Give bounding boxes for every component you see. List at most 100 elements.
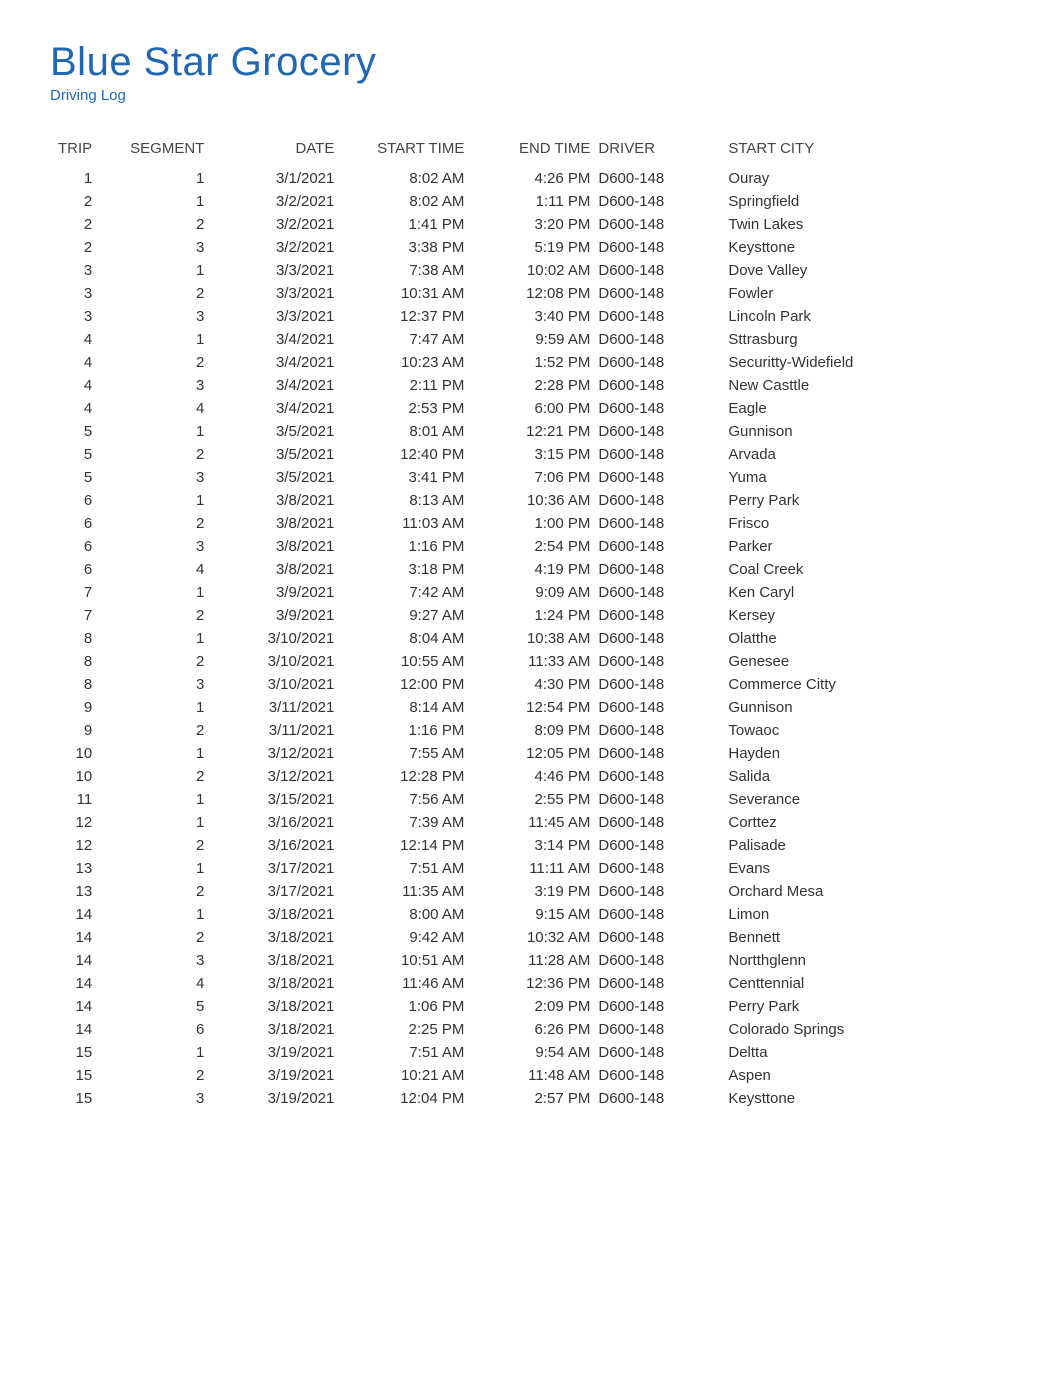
cell-end-time: 4:26 PM [474,167,594,190]
table-row: 523/5/202112:40 PM3:15 PMD600-148Arvada [50,443,1012,466]
cell-start-time: 9:42 AM [344,926,474,949]
cell-end-time: 12:36 PM [474,972,594,995]
cell-start-city: Centtennial [724,972,1012,995]
cell-date: 3/2/2021 [234,236,344,259]
cell-end-time: 5:19 PM [474,236,594,259]
cell-date: 3/5/2021 [234,443,344,466]
cell-date: 3/18/2021 [234,995,344,1018]
cell-trip: 8 [50,673,122,696]
cell-end-time: 11:28 AM [474,949,594,972]
table-row: 323/3/202110:31 AM12:08 PMD600-148Fowler [50,282,1012,305]
cell-trip: 9 [50,719,122,742]
cell-end-time: 2:09 PM [474,995,594,1018]
cell-start-time: 10:31 AM [344,282,474,305]
cell-end-time: 12:21 PM [474,420,594,443]
col-header-driver: DRIVER [594,134,724,167]
cell-segment: 3 [122,535,234,558]
cell-trip: 15 [50,1041,122,1064]
cell-end-time: 4:19 PM [474,558,594,581]
cell-driver: D600-148 [594,1064,724,1087]
col-header-date: DATE [234,134,344,167]
driving-log-table: TRIP SEGMENT DATE START TIME END TIME DR… [50,134,1012,1110]
cell-start-time: 3:38 PM [344,236,474,259]
table-row: 1463/18/20212:25 PM6:26 PMD600-148Colora… [50,1018,1012,1041]
cell-trip: 13 [50,857,122,880]
cell-end-time: 3:20 PM [474,213,594,236]
cell-end-time: 4:30 PM [474,673,594,696]
cell-segment: 3 [122,673,234,696]
cell-start-city: Ken Caryl [724,581,1012,604]
cell-start-time: 10:55 AM [344,650,474,673]
cell-date: 3/2/2021 [234,213,344,236]
cell-start-time: 7:39 AM [344,811,474,834]
cell-date: 3/19/2021 [234,1064,344,1087]
cell-driver: D600-148 [594,673,724,696]
table-row: 513/5/20218:01 AM12:21 PMD600-148Gunniso… [50,420,1012,443]
cell-segment: 1 [122,190,234,213]
cell-start-time: 10:51 AM [344,949,474,972]
cell-segment: 3 [122,374,234,397]
cell-date: 3/2/2021 [234,190,344,213]
cell-trip: 14 [50,1018,122,1041]
col-header-segment: SEGMENT [122,134,234,167]
table-row: 533/5/20213:41 PM7:06 PMD600-148Yuma [50,466,1012,489]
cell-start-time: 7:56 AM [344,788,474,811]
cell-start-city: Severance [724,788,1012,811]
cell-start-city: Fowler [724,282,1012,305]
cell-end-time: 11:33 AM [474,650,594,673]
cell-start-city: Deltta [724,1041,1012,1064]
cell-segment: 2 [122,719,234,742]
table-row: 1323/17/202111:35 AM3:19 PMD600-148Orcha… [50,880,1012,903]
cell-end-time: 6:26 PM [474,1018,594,1041]
cell-start-city: Perry Park [724,995,1012,1018]
cell-driver: D600-148 [594,926,724,949]
cell-segment: 3 [122,305,234,328]
cell-start-city: Yuma [724,466,1012,489]
cell-driver: D600-148 [594,420,724,443]
cell-segment: 2 [122,1064,234,1087]
cell-end-time: 12:05 PM [474,742,594,765]
cell-driver: D600-148 [594,558,724,581]
cell-trip: 14 [50,903,122,926]
cell-start-city: Gunnison [724,420,1012,443]
cell-end-time: 9:09 AM [474,581,594,604]
cell-date: 3/18/2021 [234,972,344,995]
cell-trip: 14 [50,926,122,949]
cell-date: 3/16/2021 [234,834,344,857]
cell-start-city: Parker [724,535,1012,558]
cell-driver: D600-148 [594,696,724,719]
cell-date: 3/8/2021 [234,535,344,558]
cell-end-time: 9:59 AM [474,328,594,351]
cell-start-time: 7:47 AM [344,328,474,351]
table-row: 313/3/20217:38 AM10:02 AMD600-148Dove Va… [50,259,1012,282]
cell-date: 3/16/2021 [234,811,344,834]
cell-start-time: 7:51 AM [344,857,474,880]
cell-trip: 3 [50,305,122,328]
cell-trip: 7 [50,604,122,627]
cell-end-time: 10:38 AM [474,627,594,650]
cell-driver: D600-148 [594,466,724,489]
cell-segment: 2 [122,443,234,466]
cell-date: 3/12/2021 [234,742,344,765]
cell-start-city: Twin Lakes [724,213,1012,236]
table-row: 1313/17/20217:51 AM11:11 AMD600-148Evans [50,857,1012,880]
cell-trip: 2 [50,213,122,236]
cell-start-city: Commerce Citty [724,673,1012,696]
col-header-end: END TIME [474,134,594,167]
cell-start-time: 10:23 AM [344,351,474,374]
cell-start-city: Ouray [724,167,1012,190]
table-row: 833/10/202112:00 PM4:30 PMD600-148Commer… [50,673,1012,696]
cell-start-time: 2:53 PM [344,397,474,420]
table-row: 1513/19/20217:51 AM9:54 AMD600-148Deltta [50,1041,1012,1064]
cell-end-time: 1:00 PM [474,512,594,535]
cell-end-time: 1:24 PM [474,604,594,627]
cell-start-city: Keysttone [724,236,1012,259]
page-title: Blue Star Grocery [50,40,1012,85]
cell-segment: 4 [122,397,234,420]
cell-driver: D600-148 [594,489,724,512]
cell-trip: 7 [50,581,122,604]
cell-end-time: 6:00 PM [474,397,594,420]
cell-end-time: 1:11 PM [474,190,594,213]
cell-trip: 14 [50,995,122,1018]
cell-trip: 6 [50,512,122,535]
